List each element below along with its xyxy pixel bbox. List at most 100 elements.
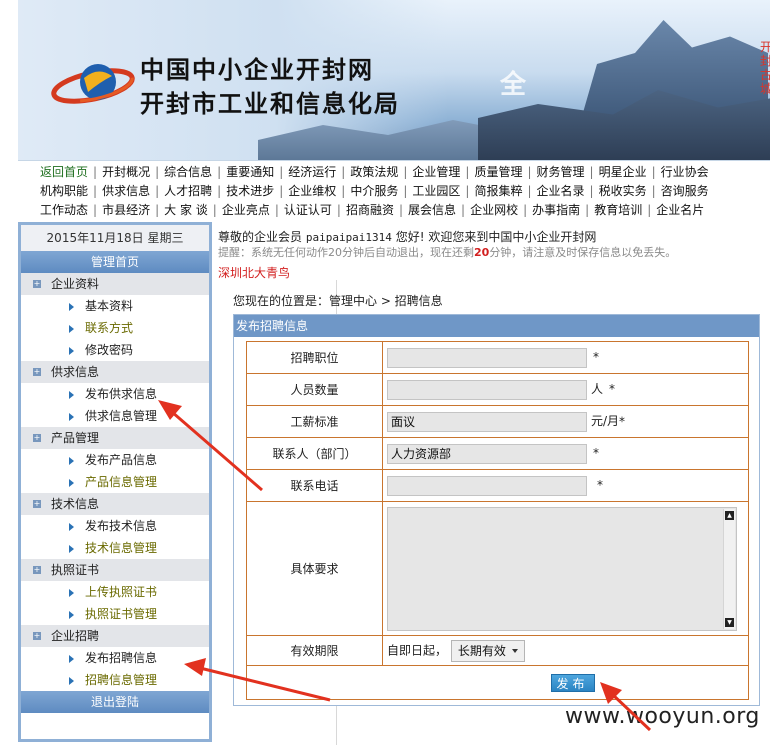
sidebar-item[interactable]: 联系方式 — [21, 317, 209, 339]
nav-link[interactable]: 返回首页 — [40, 163, 88, 180]
validity-select[interactable]: 长期有效 — [450, 639, 525, 662]
requirements-textarea[interactable]: ▲ ▼ — [387, 506, 737, 631]
nav-link[interactable]: 工业园区 — [412, 182, 460, 199]
sidebar-group-title: 供求信息 — [51, 365, 100, 379]
contact-label: 联系人（部门） — [246, 437, 383, 470]
nav-link[interactable]: 企业管理 — [412, 163, 460, 180]
nav-link[interactable]: 中介服务 — [350, 182, 398, 199]
phone-input[interactable] — [387, 475, 587, 496]
validity-selected-value: 长期有效 — [457, 643, 506, 658]
sidebar-item[interactable]: 上传执照证书 — [21, 581, 209, 603]
scroll-up-icon[interactable]: ▲ — [725, 510, 734, 520]
nav-link[interactable]: 办事指南 — [532, 201, 580, 218]
sidebar-group-header[interactable]: + 供求信息 — [21, 361, 209, 383]
nav-separator: | — [341, 183, 346, 198]
sidebar-item[interactable]: 修改密码 — [21, 339, 209, 361]
triangle-right-icon — [69, 589, 74, 597]
count-input[interactable] — [387, 379, 587, 400]
nav-separator: | — [155, 202, 160, 217]
nav-link[interactable]: 财务管理 — [537, 163, 585, 180]
panel-title: 发布招聘信息 — [234, 315, 759, 337]
phone-label: 联系电话 — [246, 469, 383, 502]
sidebar-item[interactable]: 招聘信息管理 — [21, 669, 209, 691]
nav-link[interactable]: 政策法规 — [350, 163, 398, 180]
nav-link[interactable]: 开封概况 — [102, 163, 150, 180]
nav-link[interactable]: 经济运行 — [288, 163, 336, 180]
nav-link[interactable]: 市县经济 — [102, 201, 150, 218]
nav-link[interactable]: 供求信息 — [102, 182, 150, 199]
sidebar-item[interactable]: 发布招聘信息 — [21, 647, 209, 669]
welcome-suffix: 您好! 欢迎您来到中国中小企业开封网 — [391, 230, 597, 244]
sidebar-item[interactable]: 基本资料 — [21, 295, 209, 317]
nav-link[interactable]: 质量管理 — [474, 163, 522, 180]
nav-link[interactable]: 企业亮点 — [222, 201, 270, 218]
salary-input[interactable]: 面议 — [387, 411, 587, 432]
submit-button[interactable]: 发布 — [550, 673, 595, 692]
session-reminder: 提醒：系统无任何动作20分钟后自动退出，现在还剩20分钟，请注意及时保存信息以免… — [218, 244, 676, 260]
nav-link[interactable]: 企业维权 — [288, 182, 336, 199]
nav-row: 返回首页 | 开封概况 | 综合信息 | 重要通知 | 经济运行 | 政策法规 | 企业管理 | 质量管理 |… — [40, 162, 709, 181]
triangle-right-icon — [69, 325, 74, 333]
nav-link[interactable]: 简报集粹 — [474, 182, 522, 199]
banner-overlay-text: 全 — [500, 70, 527, 100]
nav-link[interactable]: 税收实务 — [599, 182, 647, 199]
count-label: 人员数量 — [246, 373, 383, 406]
sidebar-item[interactable]: 发布供求信息 — [21, 383, 209, 405]
nav-separator: | — [398, 202, 403, 217]
nav-link[interactable]: 教育培训 — [594, 201, 642, 218]
sidebar-group-title: 企业资料 — [51, 277, 100, 291]
nav-link[interactable]: 大 家 谈 — [164, 201, 208, 218]
nav-separator: | — [93, 202, 98, 217]
sidebar-item[interactable]: 技术信息管理 — [21, 537, 209, 559]
remind-prefix: 提醒：系统无任何动作20分钟后自动退出，现在还剩 — [218, 246, 474, 259]
nav-link[interactable]: 综合信息 — [164, 163, 212, 180]
sidebar-item-label: 发布产品信息 — [85, 453, 158, 467]
sidebar-group-header[interactable]: + 执照证书 — [21, 559, 209, 581]
nav-row: 工作动态 | 市县经济 | 大 家 谈 | 企业亮点 | 认证认可 | 招商融资 | 展会信息 | 企业网校… — [40, 200, 704, 219]
nav-link[interactable]: 企业网校 — [470, 201, 518, 218]
textarea-scrollbar[interactable]: ▲ ▼ — [723, 508, 735, 629]
sidebar-group-header[interactable]: + 技术信息 — [21, 493, 209, 515]
sidebar-item-label: 技术信息管理 — [85, 541, 158, 555]
sidebar-item[interactable]: 发布技术信息 — [21, 515, 209, 537]
nav-link[interactable]: 明星企业 — [599, 163, 647, 180]
nav-separator: | — [651, 164, 656, 179]
expand-plus-icon: + — [33, 499, 41, 508]
nav-link[interactable]: 重要通知 — [226, 163, 274, 180]
nav-separator: | — [212, 202, 217, 217]
nav-link[interactable]: 企业名录 — [537, 182, 585, 199]
nav-link[interactable]: 行业协会 — [661, 163, 709, 180]
sidebar-item[interactable]: 供求信息管理 — [21, 405, 209, 427]
sidebar-item[interactable]: 执照证书管理 — [21, 603, 209, 625]
sidebar-item-label: 招聘信息管理 — [85, 673, 158, 687]
nav-link[interactable]: 认证认可 — [284, 201, 332, 218]
watermark: www.wooyun.org — [565, 704, 760, 729]
sidebar-group-header[interactable]: + 企业招聘 — [21, 625, 209, 647]
nav-link[interactable]: 机构职能 — [40, 182, 88, 199]
sidebar-item[interactable]: 发布产品信息 — [21, 449, 209, 471]
logout-link[interactable]: 退出登陆 — [21, 691, 209, 713]
nav-link[interactable]: 技术进步 — [226, 182, 274, 199]
nav-link[interactable]: 人才招聘 — [164, 182, 212, 199]
nav-link[interactable]: 企业名片 — [656, 201, 704, 218]
contact-input[interactable]: 人力资源部 — [387, 443, 587, 464]
nav-link[interactable]: 招商融资 — [346, 201, 394, 218]
publish-recruitment-panel: 发布招聘信息 招聘职位 * 人员数量 人 * 工薪标准 面议 元/月* 联系人（部门… — [233, 314, 760, 706]
top-navigation: 返回首页 | 开封概况 | 综合信息 | 重要通知 | 经济运行 | 政策法规 | 企业管理 | 质量管理 |… — [18, 160, 770, 218]
nav-link[interactable]: 咨询服务 — [661, 182, 709, 199]
scrolling-ad-link[interactable]: 深圳北大青鸟 — [218, 264, 290, 281]
position-input[interactable] — [387, 347, 587, 368]
nav-link[interactable]: 展会信息 — [408, 201, 456, 218]
nav-separator: | — [527, 164, 532, 179]
expand-plus-icon: + — [33, 279, 41, 288]
sidebar-home-link[interactable]: 管理首页 — [21, 251, 209, 273]
salary-unit: 元/月 — [591, 414, 620, 428]
scroll-down-icon[interactable]: ▼ — [725, 617, 734, 627]
nav-separator: | — [403, 183, 408, 198]
sidebar-item-label: 供求信息管理 — [85, 409, 158, 423]
nav-separator: | — [403, 164, 408, 179]
nav-link[interactable]: 工作动态 — [40, 201, 88, 218]
sidebar-group-header[interactable]: + 企业资料 — [21, 273, 209, 295]
sidebar-item[interactable]: 产品信息管理 — [21, 471, 209, 493]
sidebar-group-header[interactable]: + 产品管理 — [21, 427, 209, 449]
